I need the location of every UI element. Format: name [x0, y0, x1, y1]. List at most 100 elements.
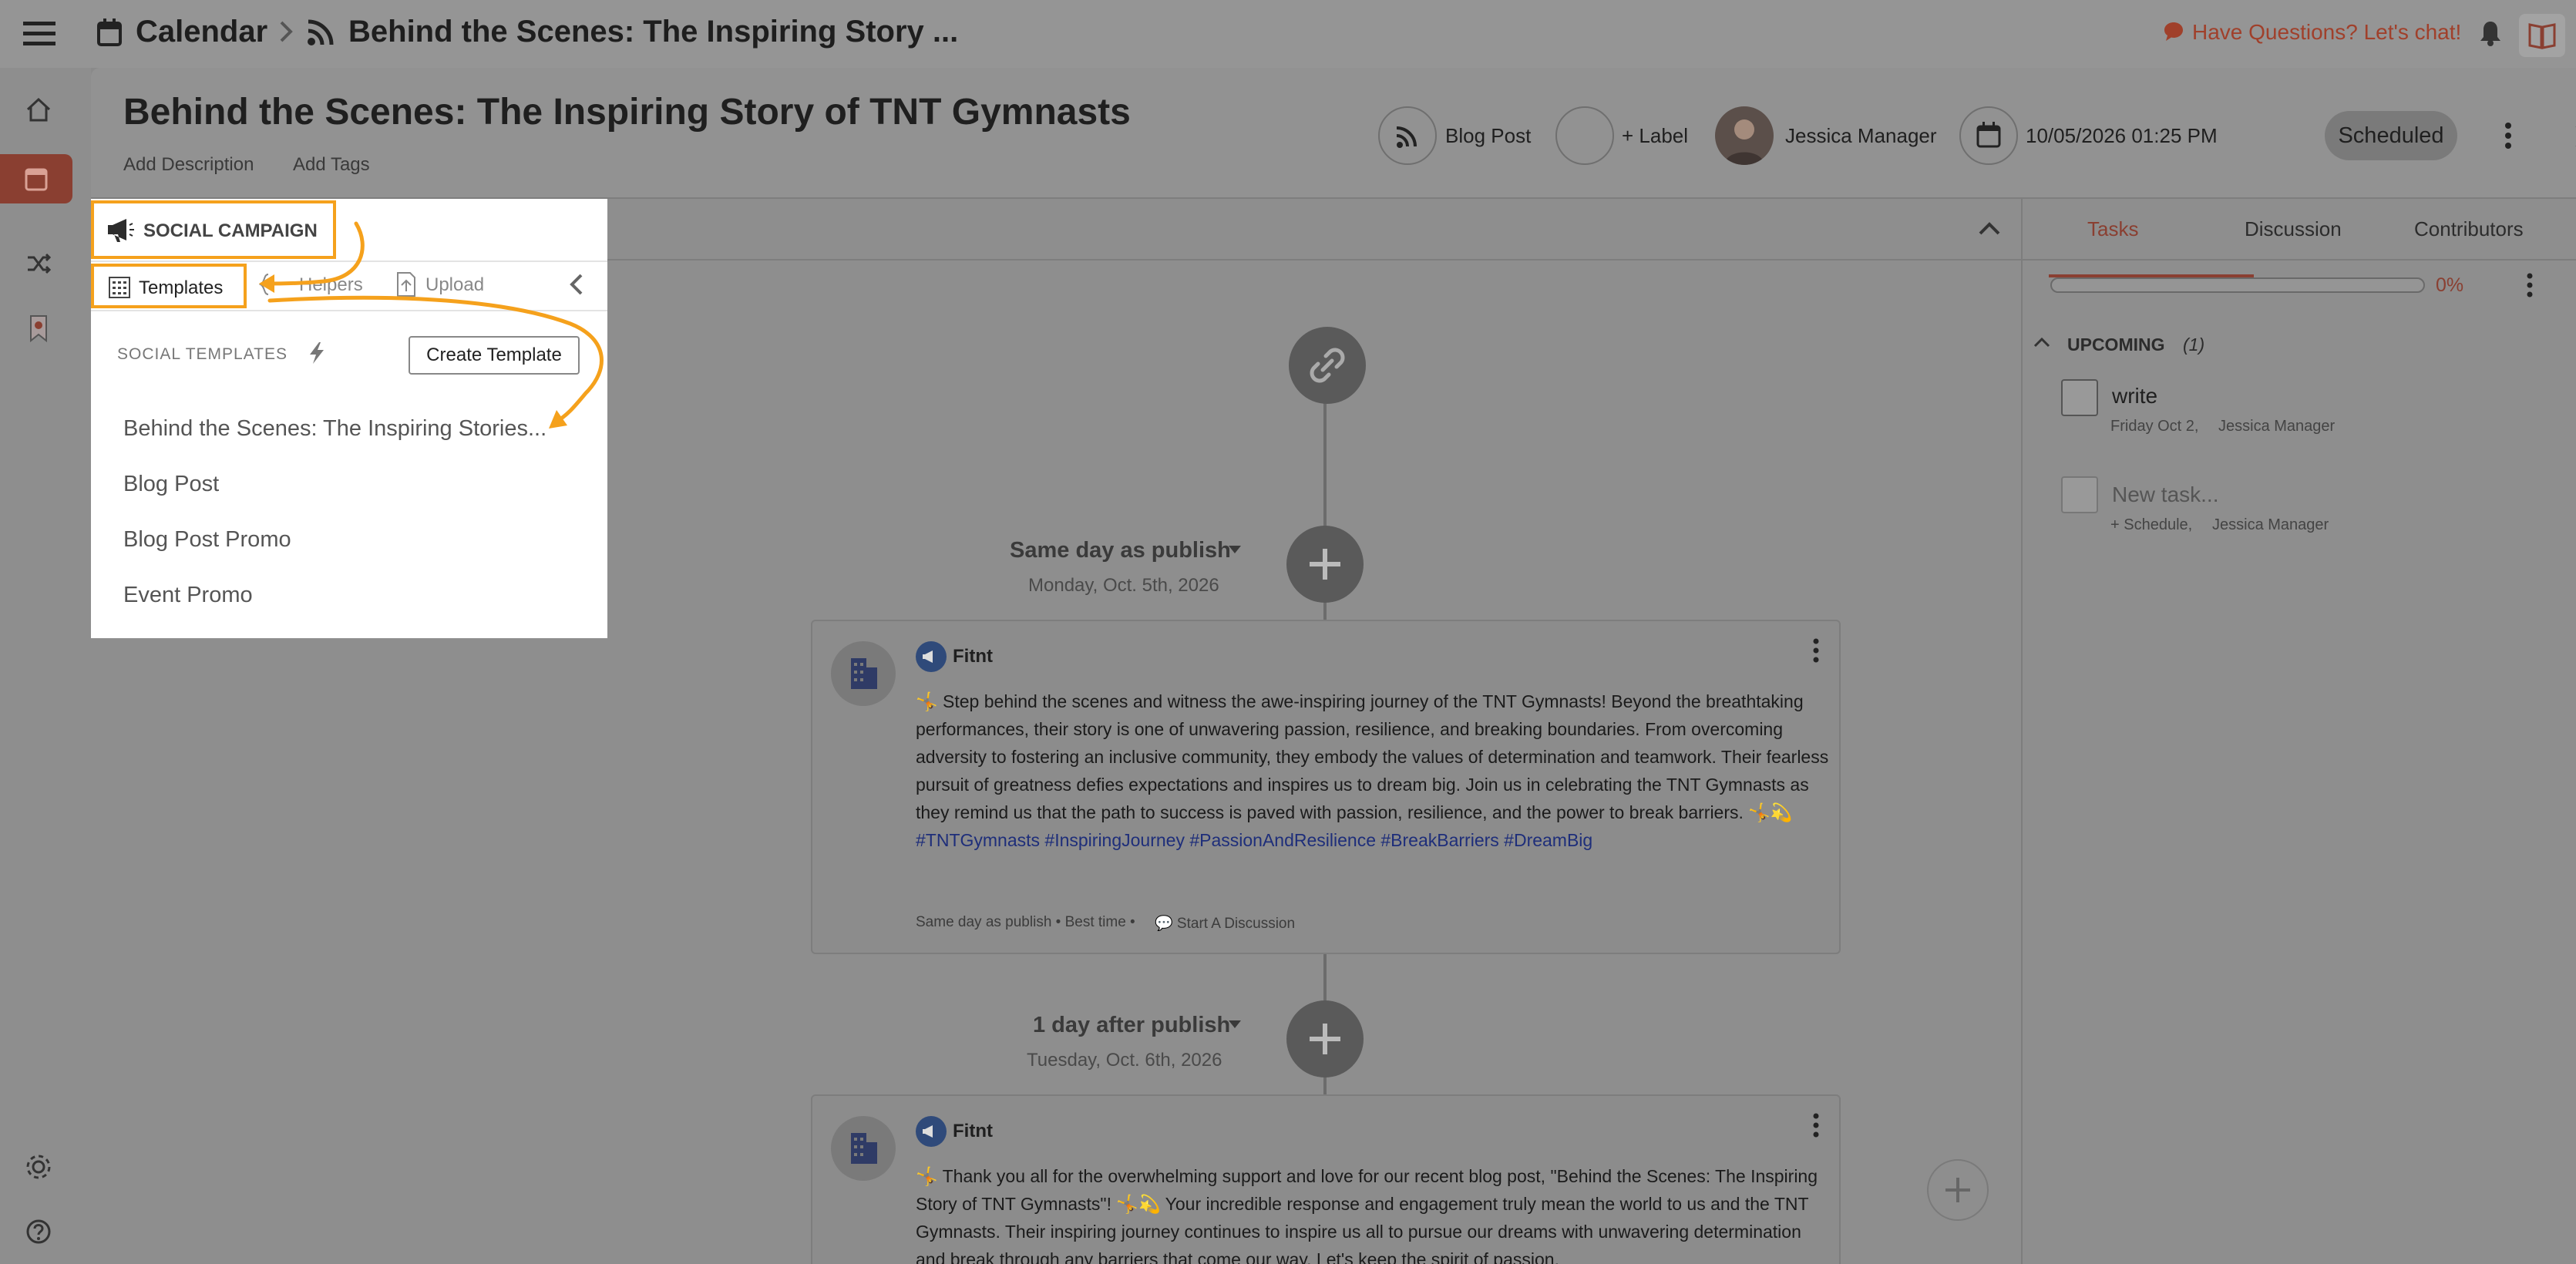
panel-more-icon[interactable]	[2525, 273, 2534, 298]
chat-link[interactable]: Have Questions? Let's chat!	[2192, 20, 2461, 45]
more-vertical-icon[interactable]	[2496, 122, 2521, 150]
tab-helpers[interactable]: Helpers	[299, 274, 363, 296]
divider	[91, 310, 607, 311]
task-checkbox[interactable]	[2061, 379, 2098, 416]
upcoming-label[interactable]: UPCOMING	[2067, 334, 2165, 355]
collapse-panel-icon[interactable]	[569, 273, 584, 296]
template-grid-icon	[108, 276, 131, 299]
breadcrumb-calendar[interactable]: Calendar	[136, 15, 267, 49]
social-post-card[interactable]: Fitnt 🤸 Step behind the scenes and witne…	[811, 620, 1841, 954]
building-icon	[831, 1116, 896, 1181]
schedule-date: Monday, Oct. 5th, 2026	[1028, 575, 1219, 596]
add-button[interactable]	[1927, 1159, 1989, 1221]
new-task-assignee[interactable]: Jessica Manager	[2212, 516, 2329, 534]
create-template-label: Create Template	[426, 345, 562, 365]
megaphone-icon	[916, 1116, 947, 1147]
template-item[interactable]: Event Promo	[123, 583, 253, 608]
bookmark-star-icon[interactable]	[23, 313, 54, 344]
caret-down-icon[interactable]	[1229, 546, 1241, 553]
new-task-schedule[interactable]: + Schedule,	[2110, 516, 2192, 534]
chevron-up-icon[interactable]	[2033, 336, 2050, 348]
tab-templates-label: Templates	[139, 277, 224, 298]
rss-icon	[307, 18, 335, 46]
shuffle-icon[interactable]	[23, 248, 54, 279]
tab-contributors[interactable]: Contributors	[2414, 217, 2524, 241]
social-templates-heading: SOCIAL TEMPLATES	[117, 345, 288, 363]
label-text[interactable]: + Label	[1622, 124, 1688, 148]
hamburger-menu-icon[interactable]	[23, 20, 55, 46]
schedule-heading[interactable]: Same day as publish	[1010, 538, 1231, 563]
social-post-card[interactable]: Fitnt 🤸 Thank you all for the overwhelmi…	[811, 1094, 1841, 1264]
chevron-up-icon[interactable]	[1978, 220, 2001, 236]
book-icon[interactable]	[2519, 14, 2565, 57]
tab-templates[interactable]: Templates	[91, 264, 247, 308]
link-button[interactable]	[1289, 327, 1366, 404]
upload-icon	[395, 271, 418, 298]
gear-icon[interactable]	[23, 1151, 54, 1182]
task-assignee[interactable]: Jessica Manager	[2218, 418, 2335, 435]
brackets-icon	[259, 273, 274, 296]
owner-name[interactable]: Jessica Manager	[1785, 124, 1937, 148]
account-name: Fitnt	[953, 1121, 993, 1141]
content-type-label: Blog Post	[1445, 124, 1532, 147]
tasks-panel: Tasks Discussion Contributors 0% UPCOMIN…	[2021, 199, 2576, 1264]
home-icon[interactable]	[23, 94, 54, 125]
add-description-link[interactable]: Add Description	[123, 154, 254, 176]
create-template-button[interactable]: Create Template	[409, 336, 580, 375]
upcoming-count: (1)	[2183, 334, 2205, 355]
tab-discussion[interactable]: Discussion	[2245, 217, 2342, 241]
content-type-button[interactable]	[1378, 106, 1437, 165]
progress-label: 0%	[2436, 274, 2464, 296]
post-body-text: 🤸 Step behind the scenes and witness the…	[916, 691, 1829, 822]
post-more-icon[interactable]	[1811, 1113, 1821, 1138]
tab-divider	[2023, 259, 2576, 261]
progress-bar	[2050, 277, 2425, 293]
chevron-right-icon	[279, 20, 293, 43]
status-label: Scheduled	[2338, 123, 2444, 148]
tab-upload[interactable]: Upload	[425, 274, 484, 296]
new-task-input[interactable]: New task...	[2112, 482, 2218, 507]
post-more-icon[interactable]	[1811, 638, 1821, 663]
megaphone-icon	[916, 641, 947, 672]
add-post-button[interactable]	[1286, 1000, 1364, 1077]
caret-down-icon[interactable]	[1229, 1020, 1241, 1028]
date-picker-button[interactable]	[1959, 106, 2018, 165]
schedule-date: Tuesday, Oct. 6th, 2026	[1027, 1050, 1222, 1071]
post-meta: Same day as publish • Best time •	[916, 914, 1135, 930]
schedule-datetime[interactable]: 10/05/2026 01:25 PM	[2026, 124, 2218, 148]
task-date[interactable]: Friday Oct 2,	[2110, 418, 2198, 435]
avatar[interactable]	[1715, 106, 1774, 165]
social-campaign-panel: SOCIAL CAMPAIGN Templates Helpers Upload…	[91, 199, 607, 638]
start-discussion-link[interactable]: 💬 Start A Discussion	[1155, 914, 1295, 933]
content-header: Behind the Scenes: The Inspiring Story o…	[91, 68, 2576, 199]
add-tags-link[interactable]: Add Tags	[293, 154, 370, 176]
task-title[interactable]: write	[2112, 384, 2157, 408]
new-task-checkbox[interactable]	[2061, 476, 2098, 513]
help-icon[interactable]	[23, 1216, 54, 1247]
template-item[interactable]: Behind the Scenes: The Inspiring Stories…	[123, 416, 546, 442]
tab-tasks[interactable]: Tasks	[2087, 217, 2138, 241]
bell-icon[interactable]	[2479, 20, 2502, 46]
megaphone-icon	[106, 217, 136, 242]
label-button[interactable]	[1555, 106, 1614, 165]
page-title[interactable]: Behind the Scenes: The Inspiring Story o…	[123, 91, 1131, 133]
social-campaign-header[interactable]: SOCIAL CAMPAIGN	[91, 200, 336, 259]
account-name: Fitnt	[953, 646, 993, 667]
left-sidebar	[0, 68, 91, 1264]
post-text[interactable]: 🤸 Step behind the scenes and witness the…	[916, 687, 1830, 854]
schedule-heading[interactable]: 1 day after publish	[1033, 1013, 1230, 1038]
post-text[interactable]: 🤸 Thank you all for the overwhelming sup…	[916, 1162, 1830, 1264]
divider	[91, 261, 607, 262]
top-bar: Calendar Behind the Scenes: The Inspirin…	[0, 0, 2576, 68]
chat-bubble-icon	[2163, 21, 2184, 42]
add-post-button[interactable]	[1286, 526, 1364, 603]
sidebar-item-calendar[interactable]	[0, 154, 72, 203]
calendar-icon	[97, 18, 122, 46]
building-icon	[831, 641, 896, 706]
status-badge[interactable]: Scheduled	[2325, 111, 2457, 160]
template-item[interactable]: Blog Post Promo	[123, 527, 291, 553]
post-hashtags[interactable]: #TNTGymnasts #InspiringJourney #PassionA…	[916, 830, 1592, 850]
breadcrumb-current: Behind the Scenes: The Inspiring Story .…	[348, 15, 959, 49]
template-item[interactable]: Blog Post	[123, 472, 219, 497]
lightning-icon[interactable]	[307, 341, 327, 365]
